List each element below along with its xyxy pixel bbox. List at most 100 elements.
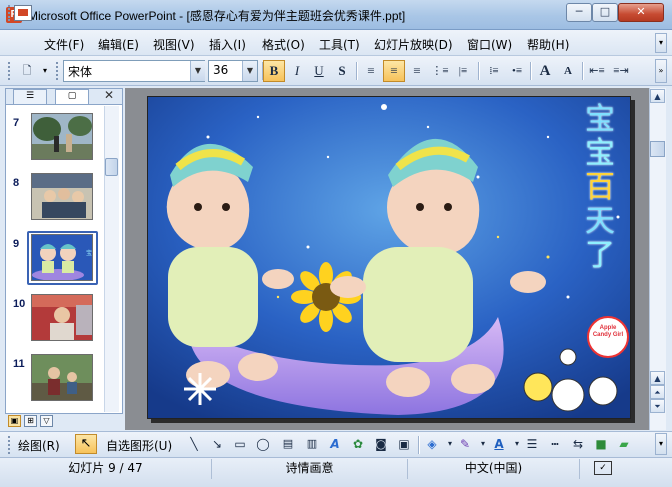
select-pointer-icon[interactable]: ↖ <box>75 434 97 454</box>
vertical-textbox-icon[interactable]: ▥ <box>303 435 321 453</box>
menu-tools[interactable]: 工具(T) <box>319 36 360 52</box>
3d-style-icon[interactable]: ▰ <box>615 435 633 453</box>
menu-help[interactable]: 帮助(H) <box>527 36 569 52</box>
slide-8-image <box>32 174 92 219</box>
shadow-style-icon[interactable]: ■ <box>592 435 610 453</box>
increase-indent-icon[interactable]: ≡⇥ <box>610 60 632 82</box>
slides-pane-scrollbar[interactable] <box>104 106 119 412</box>
clipart-icon[interactable]: ◙ <box>372 435 390 453</box>
slides-tab-icon[interactable]: ▢ <box>55 89 89 104</box>
previous-slide-icon[interactable]: ⏶ <box>650 385 665 399</box>
slide-thumbnail[interactable] <box>31 173 93 220</box>
line-color-icon[interactable]: ✎ <box>456 435 474 453</box>
design-template-name: 诗情画意 <box>212 459 408 479</box>
title-char: 天 <box>585 204 615 239</box>
numbering-icon[interactable]: ⁞≡ <box>483 60 505 82</box>
close-icon[interactable]: ✕ <box>101 89 117 103</box>
menu-file[interactable]: 文件(F) <box>44 36 84 52</box>
chevron-down-icon[interactable]: ▾ <box>40 61 50 81</box>
menu-view[interactable]: 视图(V) <box>153 36 195 52</box>
minimize-button[interactable]: ─ <box>566 3 592 22</box>
maximize-button[interactable]: □ <box>592 3 618 22</box>
menu-edit[interactable]: 编辑(E) <box>98 36 139 52</box>
menu-options-icon[interactable]: ▾ <box>655 33 667 53</box>
title-char: 百 <box>585 170 615 205</box>
shrink-font-button[interactable]: A <box>557 60 579 82</box>
close-button[interactable]: ✕ <box>618 3 664 22</box>
scroll-down-icon[interactable]: ▲ <box>650 371 665 385</box>
slide-thumbnail[interactable]: 宝 <box>31 234 93 281</box>
wordart-icon[interactable]: A <box>326 435 344 453</box>
slide-thumbnail[interactable] <box>31 113 93 160</box>
menu-window[interactable]: 窗口(W) <box>467 36 512 52</box>
textbox-icon[interactable]: ▤ <box>279 435 297 453</box>
slide-number: 10 <box>13 298 26 310</box>
chevron-down-icon[interactable]: ▼ <box>190 61 205 81</box>
slideshow-icon[interactable]: ▽ <box>40 415 53 427</box>
slide-number: 7 <box>13 117 20 129</box>
line-icon[interactable]: ╲ <box>185 435 203 453</box>
italic-button[interactable]: I <box>286 60 308 82</box>
toolbar-options-icon[interactable]: ▾ <box>655 433 667 455</box>
toolbar-separator <box>418 436 419 454</box>
document-icon[interactable] <box>14 5 32 21</box>
window-title: Microsoft Office PowerPoint - [感恩存心有爱为伴主… <box>28 9 406 23</box>
rectangle-icon[interactable]: ▭ <box>231 435 249 453</box>
scrollbar-thumb[interactable] <box>650 141 665 157</box>
toolbar-separator <box>478 62 479 80</box>
grip-icon[interactable] <box>8 436 12 454</box>
toolbar-options-icon[interactable]: » <box>655 59 667 83</box>
distribute-icon[interactable]: ⋮≡ <box>429 60 451 82</box>
draw-menu-button[interactable]: 绘图(R) <box>18 437 60 454</box>
slide-7-image <box>32 114 92 159</box>
justify-icon[interactable]: |≡ <box>452 60 474 82</box>
slide-thumbnail[interactable] <box>31 354 93 401</box>
view-buttons <box>5 414 123 428</box>
toolbar-separator <box>530 62 531 80</box>
bullets-icon[interactable]: •≡ <box>506 60 528 82</box>
slide-image <box>148 97 630 418</box>
outline-tab-icon[interactable]: ☰ <box>13 89 47 104</box>
autoshapes-menu-button[interactable]: 自选图形(U) <box>106 437 172 454</box>
menu-slideshow[interactable]: 幻灯片放映(D) <box>374 36 453 52</box>
arrow-style-icon[interactable]: ⇆ <box>569 435 587 453</box>
slide-canvas[interactable]: 宝 宝 百 天 了 Apple Candy Girl <box>147 96 631 419</box>
slide-thumbnail[interactable] <box>31 294 93 341</box>
chevron-down-icon[interactable]: ▼ <box>242 61 257 81</box>
dash-style-icon[interactable]: ┅ <box>546 435 564 453</box>
slide-9-image: 宝 <box>32 235 92 280</box>
arrow-icon[interactable]: ↘ <box>208 435 226 453</box>
slide-number: 9 <box>13 238 20 250</box>
slide-11-image <box>32 355 92 400</box>
grip-icon[interactable] <box>8 5 12 21</box>
spellcheck-icon[interactable]: ✓ <box>594 461 612 475</box>
next-slide-icon[interactable]: ⏷ <box>650 399 665 413</box>
diagram-icon[interactable]: ✿ <box>349 435 367 453</box>
align-right-icon[interactable]: ≡ <box>406 60 428 82</box>
oval-icon[interactable]: ◯ <box>254 435 272 453</box>
scroll-up-icon[interactable]: ▲ <box>650 89 665 103</box>
new-document-icon[interactable]: 🗋 <box>16 60 38 82</box>
line-style-icon[interactable]: ☰ <box>523 435 541 453</box>
slide-title-vertical: 宝 宝 百 天 了 <box>580 103 620 273</box>
picture-icon[interactable]: ▣ <box>395 435 413 453</box>
normal-view-icon[interactable]: ▣ <box>8 415 21 427</box>
slide-sorter-icon[interactable]: ⊞ <box>24 415 37 427</box>
language-indicator: 中文(中国) <box>408 459 580 479</box>
grow-font-button[interactable]: A <box>534 60 556 82</box>
menu-format[interactable]: 格式(O) <box>262 36 305 52</box>
align-center-icon[interactable]: ≡ <box>383 60 405 82</box>
bold-button[interactable]: B <box>263 60 285 82</box>
grip-icon[interactable] <box>8 62 12 80</box>
fill-color-icon[interactable]: ◈ <box>423 435 441 453</box>
font-color-icon[interactable]: A <box>490 435 508 453</box>
menu-insert[interactable]: 插入(I) <box>209 36 246 52</box>
decrease-indent-icon[interactable]: ⇤≡ <box>586 60 608 82</box>
align-left-icon[interactable]: ≡ <box>360 60 382 82</box>
underline-button[interactable]: U <box>308 60 330 82</box>
grip-icon[interactable] <box>56 62 60 80</box>
title-char: 宝 <box>585 136 615 171</box>
shadow-button[interactable]: S <box>331 60 353 82</box>
font-name-select[interactable]: 宋体 <box>63 60 205 82</box>
scrollbar-thumb[interactable] <box>105 158 118 176</box>
